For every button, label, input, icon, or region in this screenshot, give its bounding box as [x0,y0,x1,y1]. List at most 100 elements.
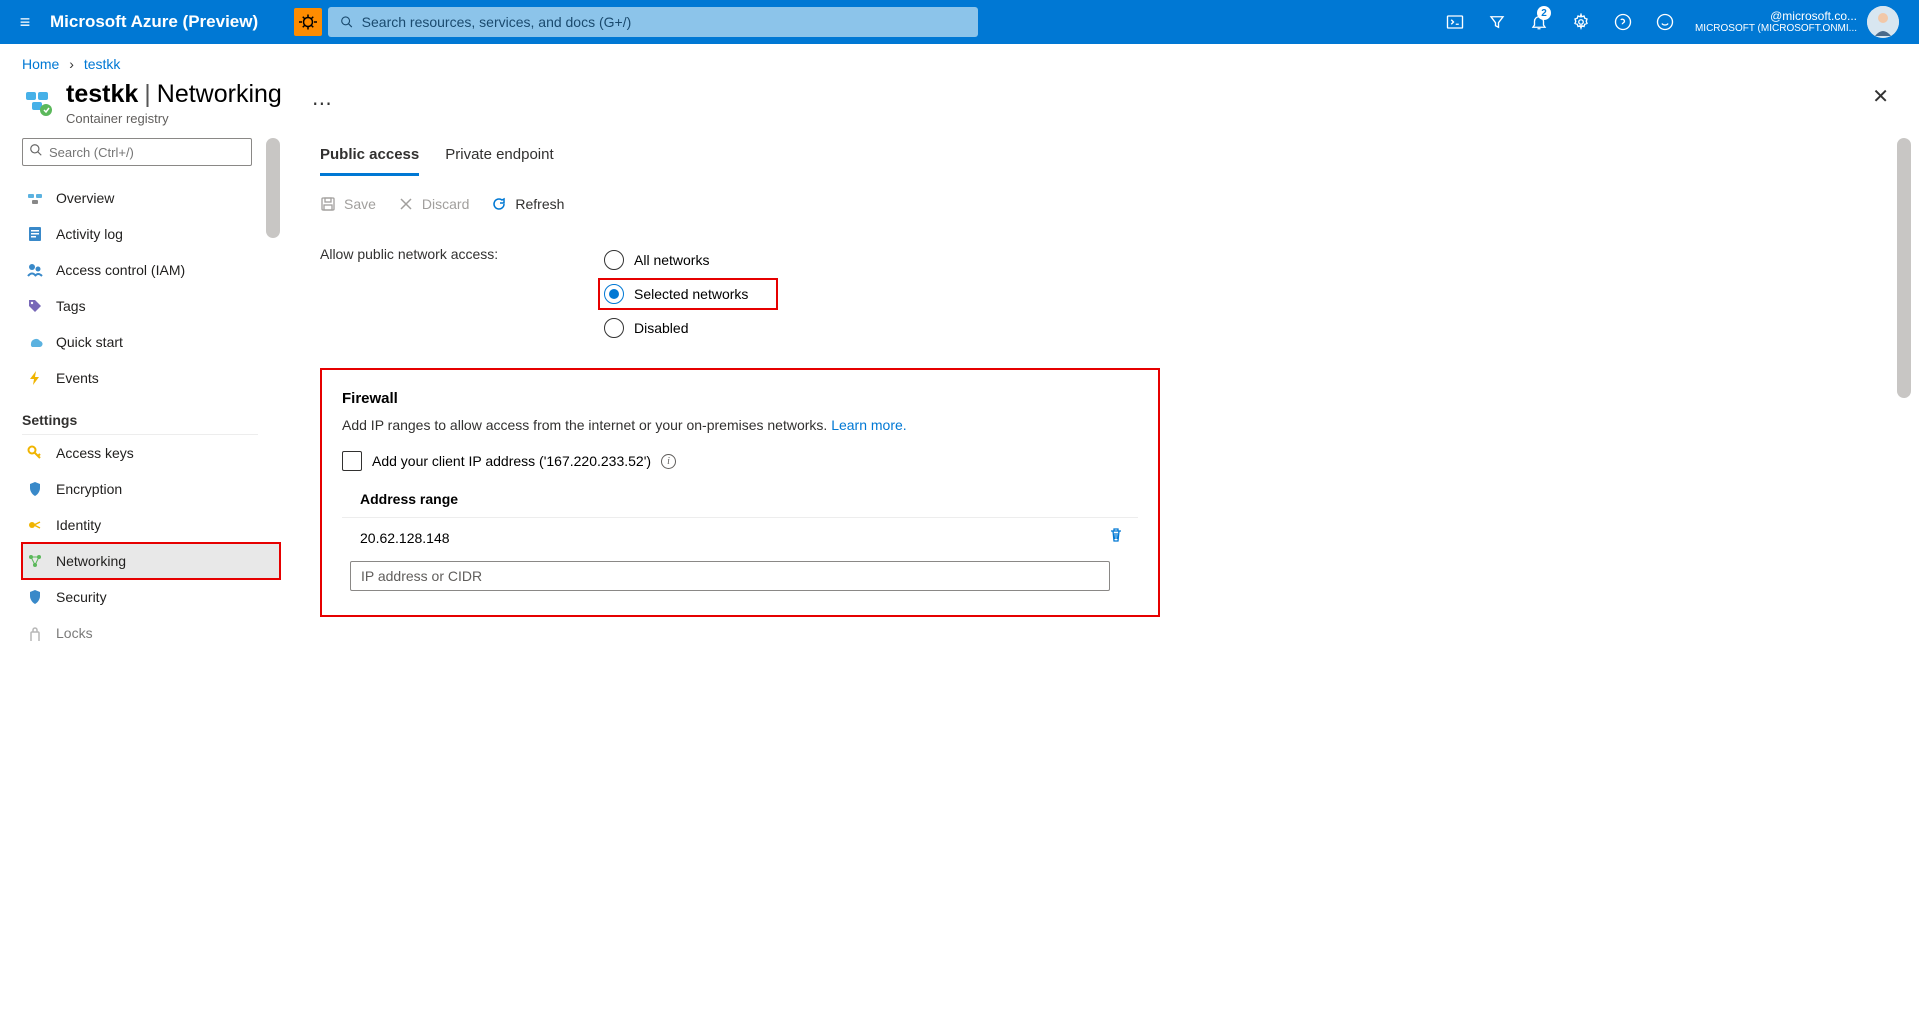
help-icon[interactable] [1603,0,1643,44]
firewall-title: Firewall [342,390,1138,407]
security-icon [26,589,44,605]
sidebar-search-input[interactable] [22,138,252,166]
close-icon[interactable]: ✕ [1872,84,1889,109]
search-icon [340,15,354,29]
search-icon [29,143,43,162]
network-access-row: Allow public network access: All network… [320,230,1919,348]
info-icon[interactable]: i [661,454,676,469]
sidebar-item-label: Events [56,370,99,386]
refresh-button[interactable]: Refresh [491,196,564,212]
sidebar-item-quickstart[interactable]: Quick start [22,324,280,360]
breadcrumb: Home › testkk [0,44,1919,80]
sidebar: « Overview Activity log Access control (… [0,138,280,1019]
add-client-ip-label: Add your client IP address ('167.220.233… [372,453,651,469]
encryption-icon [26,481,44,497]
tab-private-endpoint[interactable]: Private endpoint [445,138,553,176]
networking-icon [26,553,44,569]
locks-icon [26,625,44,641]
sidebar-item-label: Locks [56,625,93,641]
address-range-header: Address range [342,485,1138,517]
sidebar-item-iam[interactable]: Access control (IAM) [22,252,280,288]
container-registry-icon [22,84,56,118]
sidebar-item-encryption[interactable]: Encryption [22,471,280,507]
topbar: ≡ Microsoft Azure (Preview) 2 @microsoft… [0,0,1919,44]
sidebar-item-activity-log[interactable]: Activity log [22,216,280,252]
sidebar-item-label: Tags [56,298,86,314]
notification-badge: 2 [1537,6,1551,20]
user-tenant: MICROSOFT (MICROSOFT.ONMI... [1695,23,1857,35]
add-client-ip-checkbox[interactable] [342,451,362,471]
sidebar-search-row: « [22,138,280,166]
page-subtitle: Container registry [66,111,282,126]
sidebar-item-networking[interactable]: Networking [22,543,280,579]
brand-label[interactable]: Microsoft Azure (Preview) [50,12,288,32]
settings-gear-icon[interactable] [1561,0,1601,44]
sidebar-item-overview[interactable]: Overview [22,180,280,216]
learn-more-link[interactable]: Learn more. [831,417,906,433]
sidebar-item-label: Quick start [56,334,123,350]
main-content: Public access Private endpoint Save Disc… [280,138,1919,1019]
command-bar: Save Discard Refresh [320,190,1919,230]
page-title-block: testkk | Networking Container registry [66,80,282,126]
add-client-ip-row: Add your client IP address ('167.220.233… [342,451,1138,471]
breadcrumb-separator: › [69,56,74,72]
global-search[interactable] [328,7,978,37]
resource-name: testkk [66,80,138,109]
sidebar-section-settings: Settings [22,400,258,435]
sidebar-scrollbar[interactable] [266,138,280,1019]
user-info[interactable]: @microsoft.co... MICROSOFT (MICROSOFT.ON… [1687,9,1865,35]
main-scrollbar[interactable] [1897,138,1911,1019]
sidebar-item-label: Encryption [56,481,122,497]
sidebar-item-access-keys[interactable]: Access keys [22,435,280,471]
sidebar-item-security[interactable]: Security [22,579,280,615]
identity-icon [26,517,44,533]
events-icon [26,370,44,386]
cloud-shell-icon[interactable] [1435,0,1475,44]
breadcrumb-home[interactable]: Home [22,56,59,72]
breadcrumb-current[interactable]: testkk [84,56,121,72]
address-input[interactable] [350,561,1110,591]
address-row: 20.62.128.148 [342,517,1138,557]
preview-bug-icon[interactable] [294,8,322,36]
sidebar-item-label: Security [56,589,107,605]
delete-icon[interactable] [1108,527,1124,548]
radio-disabled[interactable]: Disabled [600,314,776,342]
sidebar-item-label: Networking [56,553,126,569]
feedback-icon[interactable] [1645,0,1685,44]
sidebar-item-label: Activity log [56,226,123,242]
save-button[interactable]: Save [320,196,376,212]
sidebar-item-identity[interactable]: Identity [22,507,280,543]
sidebar-item-label: Access control (IAM) [56,262,185,278]
discard-button[interactable]: Discard [398,196,469,212]
sidebar-item-locks[interactable]: Locks [22,615,280,651]
sidebar-item-events[interactable]: Events [22,360,280,396]
sidebar-item-label: Identity [56,517,101,533]
access-keys-icon [26,445,44,461]
quickstart-icon [26,334,44,350]
iam-icon [26,262,44,278]
header-more-icon[interactable]: ⋯ [312,91,334,116]
sidebar-item-label: Overview [56,190,114,206]
directory-filter-icon[interactable] [1477,0,1517,44]
address-value: 20.62.128.148 [360,530,450,546]
hamburger-menu-icon[interactable]: ≡ [0,12,50,33]
address-input-row [342,557,1138,591]
discard-icon [398,196,414,212]
notifications-icon[interactable]: 2 [1519,0,1559,44]
user-email: @microsoft.co... [1695,9,1857,23]
page-header: testkk | Networking Container registry ⋯… [0,80,1919,138]
radio-all-networks[interactable]: All networks [600,246,776,274]
tags-icon [26,298,44,314]
radio-selected-networks[interactable]: Selected networks [600,280,776,308]
refresh-icon [491,196,507,212]
sidebar-item-tags[interactable]: Tags [22,288,280,324]
activity-log-icon [26,226,44,242]
topbar-actions: 2 @microsoft.co... MICROSOFT (MICROSOFT.… [1435,0,1919,44]
firewall-section: Firewall Add IP ranges to allow access f… [320,368,1160,617]
sidebar-item-label: Access keys [56,445,134,461]
global-search-input[interactable] [362,14,966,30]
avatar[interactable] [1867,6,1899,38]
tab-public-access[interactable]: Public access [320,138,419,176]
page-title: Networking [157,80,282,109]
firewall-description: Add IP ranges to allow access from the i… [342,417,1138,433]
